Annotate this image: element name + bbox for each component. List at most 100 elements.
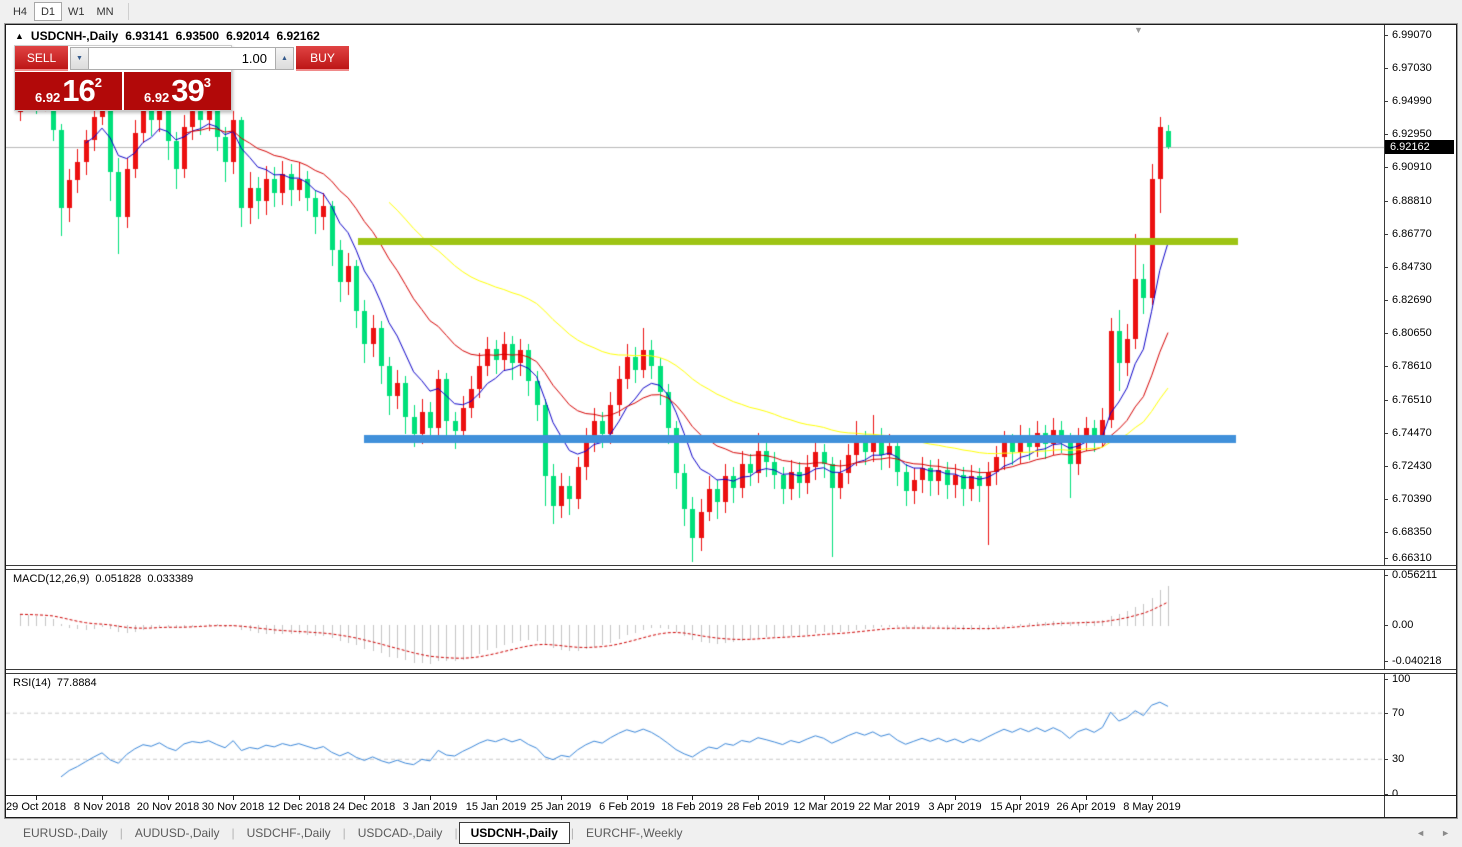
date-axis-label: 30 Nov 2018 (201, 801, 265, 813)
chart-symbol-label: USDCNH-,Daily (30, 29, 119, 43)
price-axis-label-tick (1385, 234, 1388, 235)
ask-quote[interactable]: 6.92 39 3 (124, 72, 231, 110)
date-axis-tick (496, 796, 497, 800)
price-axis-label-tick (1385, 68, 1388, 69)
rsi-canvas[interactable] (6, 674, 1384, 795)
price-axis-label-tick (1385, 466, 1388, 467)
date-axis[interactable]: 29 Oct 2018 8 Nov 2018 20 Nov 2018 30 Nov 2… (6, 795, 1456, 817)
tabs-scroll-right-icon[interactable]: ► (1441, 828, 1450, 838)
macd-axis-label-tick (1385, 625, 1388, 626)
timeframe-button-h4[interactable]: H4 (6, 2, 34, 21)
tab-separator: | (231, 825, 235, 840)
date-axis-tick (364, 796, 365, 800)
sell-button[interactable]: SELL (15, 46, 68, 71)
price-axis-label: 6.76510 (1392, 394, 1432, 406)
bid-price-prefix: 6.92 (34, 90, 61, 105)
date-axis-label: 15 Apr 2019 (990, 801, 1050, 813)
rsi-value: 77.8884 (56, 677, 97, 689)
one-click-trading-panel: SELL ▼ ▲ BUY 6.92 16 2 6.92 39 3 (14, 45, 349, 111)
volume-input[interactable] (89, 47, 275, 70)
buy-button[interactable]: BUY (296, 46, 349, 71)
price-axis-label-tick (1385, 35, 1388, 36)
date-axis-label: 24 Dec 2018 (332, 801, 396, 813)
date-axis-tick (430, 796, 431, 800)
price-axis-label: 6.68350 (1392, 526, 1432, 538)
price-axis-label-tick (1385, 499, 1388, 500)
tab-scroll-arrows: ◄ ► (1416, 828, 1450, 838)
timeframe-toolbar: H4 D1 W1 MN (0, 0, 1462, 23)
date-axis-tick (168, 796, 169, 800)
date-axis-tick (299, 796, 300, 800)
date-axis-tick (1020, 796, 1021, 800)
rsi-axis-label: 30 (1392, 753, 1405, 765)
date-axis-label: 12 Dec 2018 (267, 801, 331, 813)
chart-shift-marker[interactable]: ▼ (1134, 25, 1143, 35)
price-axis-label-tick (1385, 366, 1388, 367)
price-axis-label-tick (1385, 101, 1388, 102)
timeframe-button-w1[interactable]: W1 (62, 2, 91, 21)
rsi-name: RSI(14) (13, 677, 51, 689)
tab-separator: | (119, 825, 123, 840)
rsi-axis-label: 70 (1392, 707, 1405, 719)
tab-separator: | (342, 825, 346, 840)
timeframe-buttons: H4 D1 W1 MN (6, 2, 120, 21)
date-axis-tick (692, 796, 693, 800)
bid-quote[interactable]: 6.92 16 2 (15, 72, 122, 110)
date-axis-label: 25 Jan 2019 (530, 801, 592, 813)
price-axis-label: 6.97030 (1392, 62, 1432, 74)
bid-price-big: 16 (62, 73, 95, 108)
macd-canvas[interactable] (6, 570, 1384, 669)
collapse-indicator-icon[interactable]: ▲ (15, 31, 24, 41)
date-axis-tick (102, 796, 103, 800)
volume-stepper: ▼ ▲ (68, 46, 296, 71)
price-axis-label-tick (1385, 532, 1388, 533)
price-axis-label: 6.92950 (1392, 128, 1432, 140)
chart-tab-usdchf-daily[interactable]: USDCHF-,Daily (236, 823, 342, 843)
volume-decrease-icon[interactable]: ▼ (70, 47, 89, 70)
tab-separator: | (454, 825, 458, 840)
date-axis-label: 26 Apr 2019 (1056, 801, 1116, 813)
ask-price-sup: 3 (203, 75, 212, 90)
price-axis-label-tick (1385, 300, 1388, 301)
tabs-scroll-left-icon[interactable]: ◄ (1416, 828, 1425, 838)
price-axis-label: 6.99070 (1392, 29, 1432, 41)
price-axis-label: 6.86770 (1392, 228, 1432, 240)
price-axis-label-tick (1385, 201, 1388, 202)
trade-controls-row: SELL ▼ ▲ BUY (15, 46, 349, 71)
date-labels: 29 Oct 2018 8 Nov 2018 20 Nov 2018 30 Nov 2… (6, 796, 1384, 817)
ask-price-prefix: 6.92 (143, 90, 170, 105)
quote-row: 6.92 16 2 6.92 39 3 (15, 71, 231, 110)
price-axis-label: 6.70390 (1392, 493, 1432, 505)
chart-tab-usdcad-daily[interactable]: USDCAD-,Daily (347, 823, 454, 843)
bid-price-sup: 2 (94, 75, 103, 90)
chart-tab-eurchf-weekly[interactable]: EURCHF-,Weekly (575, 823, 693, 843)
chart-tab-bar: EURUSD-,Daily | AUDUSD-,Daily | USDCHF-,Dail… (0, 819, 1462, 846)
macd-value-main: 0.051828 (95, 573, 142, 585)
ohlc-open: 6.93141 (125, 29, 169, 43)
price-axis-label: 6.80650 (1392, 327, 1432, 339)
date-axis-tick (561, 796, 562, 800)
date-axis-label: 29 Oct 2018 (6, 801, 66, 813)
date-axis-label: 3 Jan 2019 (402, 801, 458, 813)
price-axis-label: 6.82690 (1392, 294, 1432, 306)
chart-tab-audusd-daily[interactable]: AUDUSD-,Daily (124, 823, 231, 843)
macd-axis-label: -0.040218 (1392, 655, 1442, 667)
price-axis[interactable]: 6.99070 6.97030 6.94990 6.92950 6.90910 6.888… (1384, 25, 1456, 565)
price-axis-label-tick (1385, 134, 1388, 135)
chart-window-inner: 6.99070 6.97030 6.94990 6.92950 6.90910 6.888… (5, 24, 1457, 818)
date-axis-tick (233, 796, 234, 800)
price-axis-label-tick (1385, 267, 1388, 268)
macd-axis-label: 0.00 (1392, 619, 1414, 631)
rsi-pane: 100 70 30 0 RSI(14) 77.8884 (6, 673, 1456, 800)
volume-increase-icon[interactable]: ▲ (275, 47, 294, 70)
ohlc-close: 6.92162 (276, 29, 320, 43)
date-axis-label: 22 Mar 2019 (858, 801, 920, 813)
ask-price-big: 39 (171, 73, 204, 108)
macd-axis: 0.056211 0.00 -0.040218 (1384, 569, 1456, 669)
timeframe-button-mn[interactable]: MN (91, 2, 120, 21)
timeframe-button-d1[interactable]: D1 (34, 2, 62, 21)
chart-tab-usdcnh-daily[interactable]: USDCNH-,Daily (458, 821, 570, 844)
price-axis-label-tick (1385, 400, 1388, 401)
ohlc-high: 6.93500 (175, 29, 220, 43)
chart-tab-eurusd-daily[interactable]: EURUSD-,Daily (12, 823, 119, 843)
